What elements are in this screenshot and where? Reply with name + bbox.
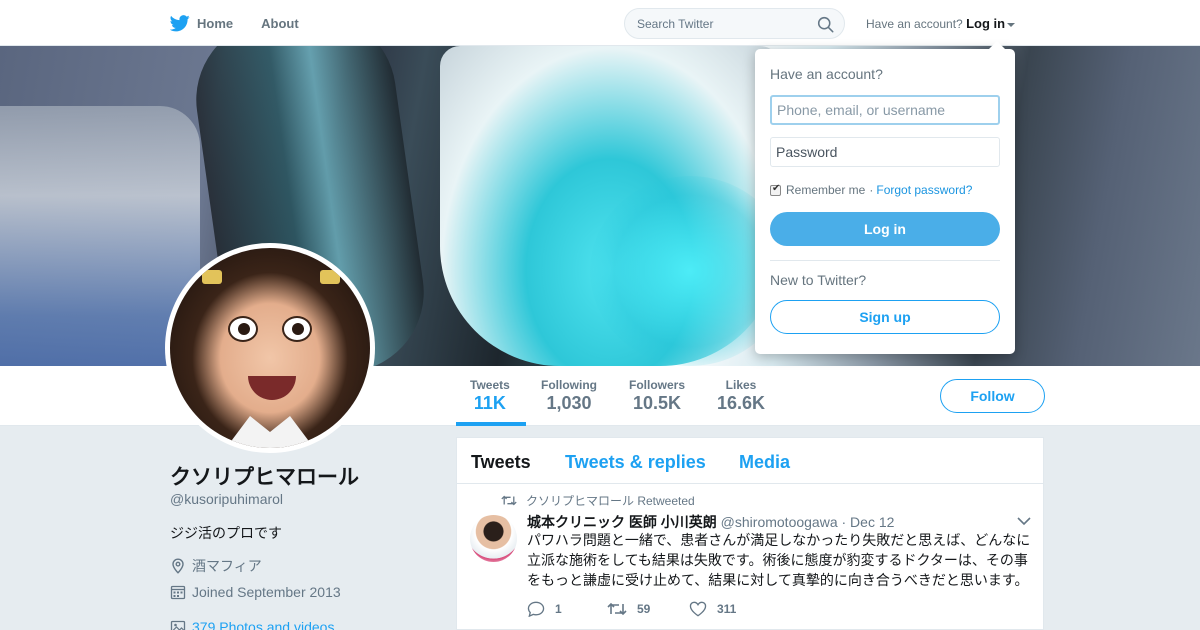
tweet-actions: 1 59 311 — [527, 601, 736, 617]
tweet-text: パワハラ問題と一緒で、患者さんが満足しなかったり失敗だと思えば、どんなに立派な施… — [527, 533, 1031, 589]
nav-about-link[interactable]: About — [261, 16, 299, 31]
profile-bio: ジジ活のプロです — [170, 525, 282, 541]
stat-value: 11K — [473, 393, 506, 413]
login-dropdown-toggle[interactable]: Log in — [966, 16, 1016, 31]
tab-tweets[interactable]: Tweets — [471, 452, 531, 473]
photos-videos-link[interactable]: 379 Photos and videos — [170, 619, 334, 630]
avatar-mouth — [248, 376, 296, 400]
stat-label: Following — [541, 378, 597, 392]
remember-me-checkbox[interactable] — [770, 183, 781, 196]
signup-button[interactable]: Sign up — [770, 300, 1000, 334]
nav-about-label: About — [261, 15, 299, 31]
tweet-author-avatar[interactable] — [470, 515, 517, 562]
search-input[interactable] — [625, 9, 805, 38]
stat-value: 16.6K — [717, 393, 766, 413]
profile-joined-text: Joined September 2013 — [192, 584, 341, 600]
timeline: Tweets Tweets & replies Media クソリプヒマロール … — [456, 437, 1044, 630]
remember-row: Remember me · Forgot password? — [770, 183, 972, 197]
stat-label: Likes — [725, 378, 757, 392]
avatar-collar — [220, 416, 320, 448]
calendar-icon — [170, 585, 186, 600]
profile-location-text: 酒マフィア — [192, 558, 262, 574]
dropdown-arrow — [989, 41, 1005, 49]
like-button[interactable]: 311 — [689, 601, 736, 617]
location-pin-icon — [172, 558, 184, 574]
password-field[interactable] — [770, 137, 1000, 167]
tab-media[interactable]: Media — [739, 452, 790, 473]
avatar-ribbon-left — [202, 270, 222, 284]
like-count: 311 — [717, 602, 737, 616]
login-link-label: Log in — [966, 16, 1006, 31]
have-account-text: Have an account? — [866, 17, 963, 31]
avatar-eye-right — [282, 316, 312, 342]
reply-count: 1 — [555, 602, 562, 616]
stat-following[interactable]: Following 1,030 — [541, 378, 597, 414]
profile-handle[interactable]: @kusoripuhimarol — [170, 491, 283, 507]
tweet-author-handle[interactable]: @shiromotoogawa — [721, 514, 838, 530]
nav-home-link[interactable]: Home — [170, 14, 234, 32]
remember-separator: · — [869, 183, 874, 197]
retweet-icon — [607, 602, 627, 616]
tweet-header: 城本クリニック 医師 小川英朗 @shiromotoogawa · Dec 12 — [527, 512, 894, 532]
retweet-context: クソリプヒマロール Retweeted — [501, 492, 695, 509]
stat-tweets[interactable]: Tweets 11K — [470, 378, 510, 414]
profile-name[interactable]: クソリプヒマロール — [170, 461, 359, 491]
search-box — [624, 8, 845, 39]
retweet-small-icon — [501, 495, 517, 506]
photos-videos-text: 379 Photos and videos — [192, 619, 335, 630]
top-navigation-bar: Home About Have an account? Log in — [0, 0, 1200, 46]
stat-value: 1,030 — [546, 393, 592, 413]
stat-value: 10.5K — [632, 393, 682, 413]
retweet-count: 59 — [637, 602, 651, 616]
photo-icon — [170, 620, 186, 630]
tweet-date[interactable]: · Dec 12 — [842, 514, 895, 530]
profile-avatar[interactable] — [165, 243, 375, 453]
reply-icon — [527, 601, 545, 617]
stat-likes[interactable]: Likes 16.6K — [717, 378, 765, 414]
reply-button[interactable]: 1 — [527, 601, 607, 617]
avatar-eye-left — [228, 316, 258, 342]
tweet-author-name[interactable]: 城本クリニック 医師 小川英朗 — [527, 514, 717, 530]
stat-label: Followers — [629, 378, 686, 392]
profile-location: 酒マフィア — [170, 556, 262, 576]
chevron-down-icon[interactable] — [1017, 516, 1031, 526]
avatar-photo — [170, 248, 370, 448]
nav-left: Home About — [170, 0, 327, 46]
login-button[interactable]: Log in — [770, 212, 1000, 246]
retweeted-by-text[interactable]: クソリプヒマロール Retweeted — [526, 492, 695, 509]
search-icon[interactable] — [817, 16, 834, 33]
twitter-bird-icon — [170, 14, 190, 31]
heart-icon — [689, 601, 707, 617]
remember-me-label[interactable]: Remember me — [786, 183, 865, 197]
dropdown-divider — [770, 260, 1000, 261]
caret-down-icon — [1007, 22, 1016, 27]
new-to-twitter-text: New to Twitter? — [770, 272, 867, 288]
retweet-button[interactable]: 59 — [607, 601, 689, 617]
timeline-tabs: Tweets Tweets & replies Media — [457, 438, 1043, 484]
stat-followers[interactable]: Followers 10.5K — [629, 378, 685, 414]
username-field[interactable] — [770, 95, 1000, 125]
follow-button[interactable]: Follow — [940, 379, 1045, 413]
active-stat-underline — [456, 422, 526, 426]
stat-label: Tweets — [470, 378, 510, 392]
nav-home-label: Home — [197, 15, 234, 31]
account-area: Have an account? Log in — [866, 16, 1016, 31]
tab-tweets-and-replies[interactable]: Tweets & replies — [565, 452, 706, 473]
forgot-password-link[interactable]: Forgot password? — [876, 183, 972, 197]
avatar-ribbon-right — [320, 270, 340, 284]
dropdown-title: Have an account? — [770, 66, 883, 82]
profile-joined: Joined September 2013 — [170, 584, 341, 600]
login-dropdown: Have an account? Remember me · Forgot pa… — [755, 41, 1015, 354]
